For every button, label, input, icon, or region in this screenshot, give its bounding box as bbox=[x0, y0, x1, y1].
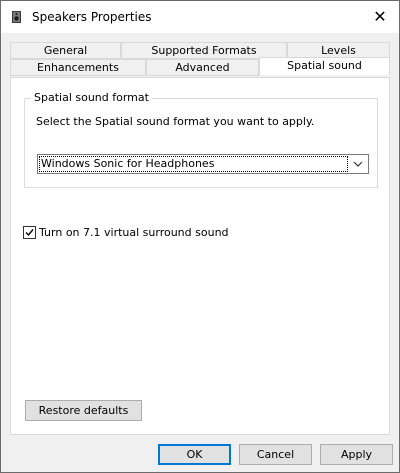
properties-window: Speakers Properties ✕ General Supported … bbox=[0, 0, 400, 473]
title-bar[interactable]: Speakers Properties ✕ bbox=[1, 1, 399, 33]
checkmark-icon bbox=[25, 229, 34, 237]
spatial-sound-panel: Spatial sound format Select the Spatial … bbox=[10, 77, 390, 435]
restore-defaults-button[interactable]: Restore defaults bbox=[25, 400, 142, 421]
close-icon[interactable]: ✕ bbox=[367, 4, 393, 30]
group-title: Spatial sound format bbox=[31, 91, 152, 104]
tab-advanced[interactable]: Advanced bbox=[146, 59, 259, 76]
surround-checkbox[interactable] bbox=[23, 226, 36, 239]
spatial-format-dropdown[interactable]: Windows Sonic for Headphones bbox=[37, 154, 369, 174]
apply-button[interactable]: Apply bbox=[320, 444, 393, 465]
format-description: Select the Spatial sound format you want… bbox=[36, 115, 315, 128]
tab-enhancements[interactable]: Enhancements bbox=[10, 59, 146, 76]
cancel-button[interactable]: Cancel bbox=[239, 444, 312, 465]
tab-strip: General Supported Formats Levels Enhance… bbox=[10, 42, 390, 77]
surround-label[interactable]: Turn on 7.1 virtual surround sound bbox=[39, 226, 229, 239]
spatial-format-group: Spatial sound format Select the Spatial … bbox=[24, 91, 378, 188]
tab-general[interactable]: General bbox=[10, 42, 121, 59]
ok-button[interactable]: OK bbox=[158, 444, 231, 465]
window-title: Speakers Properties bbox=[32, 10, 152, 24]
chevron-down-icon[interactable] bbox=[351, 157, 365, 171]
tab-spatial-sound[interactable]: Spatial sound bbox=[259, 57, 390, 75]
selected-format: Windows Sonic for Headphones bbox=[39, 156, 348, 172]
speaker-icon bbox=[10, 10, 24, 24]
